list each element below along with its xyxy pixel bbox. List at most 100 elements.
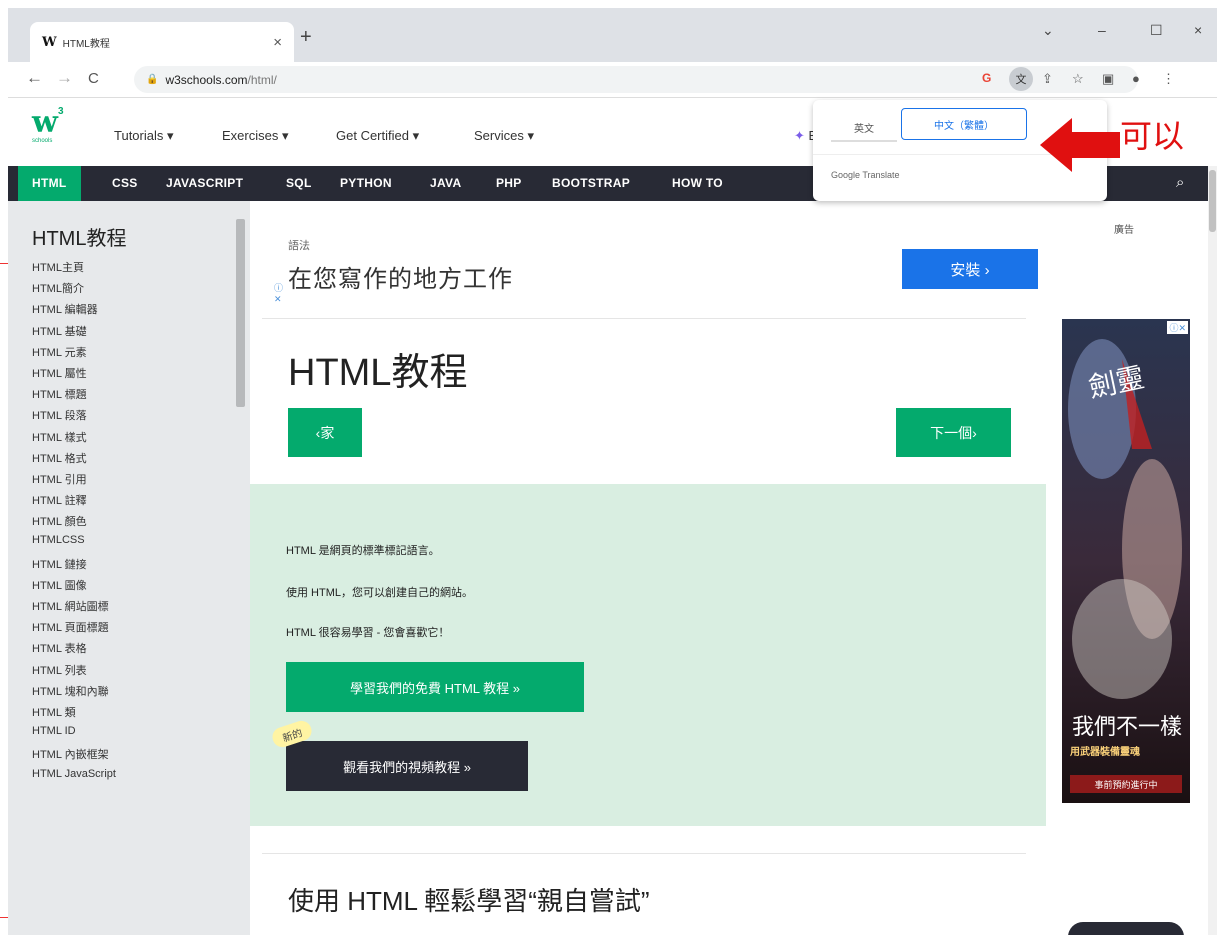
browser-toolbar: ← → C 🔒 w3schools.com /html/ G 文 ⇪ ☆ ▣ ●… bbox=[8, 62, 1217, 98]
banner-cta[interactable]: 事前預約進行中 bbox=[1070, 775, 1182, 793]
tab-close-icon[interactable]: × bbox=[273, 34, 282, 51]
banner-subtext: 用武器裝備靈魂 bbox=[1070, 747, 1140, 758]
divider bbox=[262, 853, 1026, 854]
game-ad-banner[interactable]: ⓘ✕ 劍靈 我們不一樣 用武器裝備靈魂 事前預約進行中 bbox=[1062, 319, 1190, 803]
sidepanel-icon[interactable]: ▣ bbox=[1102, 71, 1114, 87]
sidebar-link[interactable]: HTML 屬性 bbox=[32, 365, 116, 386]
url-host: w3schools.com bbox=[165, 72, 248, 87]
sidebar-link[interactable]: HTML JavaScript bbox=[32, 768, 116, 789]
topnav-php[interactable]: PHP bbox=[482, 166, 536, 201]
window-close-button[interactable]: × bbox=[1194, 22, 1202, 38]
sidebar-link[interactable]: HTML 標題 bbox=[32, 386, 116, 407]
page-scroll-thumb[interactable] bbox=[1209, 170, 1216, 232]
sidebar-link[interactable]: HTML主頁 bbox=[32, 259, 116, 280]
lang-source-tab[interactable]: 英文 bbox=[831, 114, 897, 142]
sidebar-link[interactable]: HTMLCSS bbox=[32, 534, 116, 555]
sidebar-link[interactable]: HTML 鏈接 bbox=[32, 556, 116, 577]
sidebar-link[interactable]: HTML 頁面標題 bbox=[32, 619, 116, 640]
browser-tab[interactable]: W HTML教程 × bbox=[30, 22, 294, 62]
forward-button[interactable]: → bbox=[56, 68, 73, 88]
sidebar-link[interactable]: HTML 註釋 bbox=[32, 492, 116, 513]
topnav-javascript[interactable]: JAVASCRIPT bbox=[152, 166, 257, 201]
w3schools-logo[interactable]: w 3 schools bbox=[32, 106, 72, 152]
sidebar-link[interactable]: HTML 網站圖標 bbox=[32, 598, 116, 619]
ad-headline: 在您寫作的地方工作 bbox=[288, 266, 513, 293]
sidebar-link[interactable]: HTML 列表 bbox=[32, 662, 116, 683]
share-icon[interactable]: ⇪ bbox=[1042, 71, 1053, 87]
sidebar-link[interactable]: HTML簡介 bbox=[32, 280, 116, 301]
sidebar-scroll-thumb[interactable] bbox=[236, 219, 245, 407]
margin-mark bbox=[0, 917, 8, 918]
menu-icon[interactable]: ⋮ bbox=[1162, 71, 1175, 87]
floating-button[interactable] bbox=[1068, 922, 1184, 935]
ad-choices-icon[interactable]: ⓘ ✕ bbox=[274, 283, 284, 305]
tab-strip: W HTML教程 × + ⌄ – ☐ × bbox=[8, 8, 1217, 62]
sidebar-list: HTML主頁 HTML簡介 HTML 編輯器 HTML 基礎 HTML 元素 H… bbox=[32, 259, 116, 789]
sidebar-link[interactable]: HTML 編輯器 bbox=[32, 301, 116, 322]
sidebar-link[interactable]: HTML 顏色 bbox=[32, 513, 116, 534]
intro-line: HTML 是網頁的標準標記語言。 bbox=[286, 545, 440, 557]
ad-close-icon[interactable]: ⓘ✕ bbox=[1167, 321, 1188, 334]
search-icon[interactable]: ⌕ bbox=[1176, 174, 1184, 191]
lang-target-tab[interactable]: 中文（繁體） bbox=[901, 108, 1027, 140]
ad-install-button[interactable]: 安裝 › bbox=[902, 249, 1038, 289]
sidebar-link[interactable]: HTML 圖像 bbox=[32, 577, 116, 598]
intro-panel: HTML 是網頁的標準標記語言。 使用 HTML，您可以創建自己的網站。 HTM… bbox=[250, 484, 1046, 826]
right-ad-column: 廣告 ⓘ✕ 劍靈 我們不一樣 用武器裝備靈魂 事前預約進行中 bbox=[1058, 201, 1208, 935]
w3schools-favicon-icon: W bbox=[42, 34, 57, 50]
maximize-button[interactable]: ☐ bbox=[1150, 22, 1163, 39]
sidebar-link[interactable]: HTML 格式 bbox=[32, 450, 116, 471]
topnav-sql[interactable]: SQL bbox=[272, 166, 326, 201]
back-button[interactable]: ← bbox=[26, 68, 43, 88]
page-scrollbar[interactable] bbox=[1208, 166, 1217, 935]
topnav-python[interactable]: PYTHON bbox=[326, 166, 406, 201]
reload-button[interactable]: C bbox=[88, 70, 99, 87]
sidebar-link[interactable]: HTML ID bbox=[32, 725, 116, 746]
sidebar-link[interactable]: HTML 內嵌框架 bbox=[32, 746, 116, 767]
learn-tutorial-button[interactable]: 學習我們的免費 HTML 教程 » bbox=[286, 662, 584, 712]
prev-button[interactable]: ‹家 bbox=[288, 408, 362, 457]
menu-get-certified[interactable]: Get Certified ▾ bbox=[336, 128, 419, 144]
topnav-howto[interactable]: HOW TO bbox=[658, 166, 737, 201]
tab-search-icon[interactable]: ⌄ bbox=[1042, 22, 1054, 39]
main-content: 語法 在您寫作的地方工作 安裝 › ⓘ ✕ HTML教程 ‹家 下一個› HTML… bbox=[250, 201, 1058, 935]
margin-mark bbox=[0, 263, 8, 264]
menu-exercises[interactable]: Exercises ▾ bbox=[222, 128, 289, 144]
topnav-css[interactable]: CSS bbox=[98, 166, 152, 201]
topnav-java[interactable]: JAVA bbox=[416, 166, 475, 201]
next-button[interactable]: 下一個› bbox=[896, 408, 1011, 457]
tab-title: HTML教程 bbox=[62, 38, 110, 50]
google-icon[interactable]: G bbox=[982, 71, 991, 85]
topnav-bootstrap[interactable]: BOOTSTRAP bbox=[538, 166, 644, 201]
top-ad[interactable]: 語法 在您寫作的地方工作 安裝 › ⓘ ✕ bbox=[262, 219, 1038, 319]
lock-icon: 🔒 bbox=[146, 74, 159, 85]
banner-slogan: 我們不一樣 bbox=[1072, 715, 1183, 740]
intro-line: 使用 HTML，您可以創建自己的網站。 bbox=[286, 587, 473, 599]
sidebar-link[interactable]: HTML 表格 bbox=[32, 640, 116, 661]
annotation-text: 可以 bbox=[1120, 117, 1185, 155]
sidebar-link[interactable]: HTML 基礎 bbox=[32, 323, 116, 344]
menu-services[interactable]: Services ▾ bbox=[474, 128, 534, 144]
menu-tutorials[interactable]: Tutorials ▾ bbox=[114, 128, 174, 144]
star-icon[interactable]: ☆ bbox=[1072, 71, 1084, 87]
intro-line: HTML 很容易學習 - 您會喜歡它！ bbox=[286, 627, 450, 639]
sidebar-link[interactable]: HTML 段落 bbox=[32, 407, 116, 428]
topnav-html[interactable]: HTML bbox=[18, 166, 81, 201]
sidebar-link[interactable]: HTML 類 bbox=[32, 704, 116, 725]
sidebar-title: HTML教程 bbox=[32, 228, 127, 250]
url-path: /html/ bbox=[247, 72, 277, 87]
logo-subtext: schools bbox=[32, 138, 53, 144]
video-tutorial-button[interactable]: 觀看我們的視頻教程 » bbox=[286, 741, 528, 791]
profile-icon[interactable]: ● bbox=[1132, 71, 1140, 86]
logo-superscript: 3 bbox=[58, 106, 64, 117]
translate-icon[interactable]: 文 bbox=[1009, 67, 1033, 91]
sparkle-icon: ✦ bbox=[794, 128, 809, 143]
sidebar-link[interactable]: HTML 塊和內聯 bbox=[32, 683, 116, 704]
page-edge bbox=[0, 0, 1217, 8]
sidebar-link[interactable]: HTML 樣式 bbox=[32, 429, 116, 450]
sidebar-link[interactable]: HTML 元素 bbox=[32, 344, 116, 365]
minimize-button[interactable]: – bbox=[1098, 22, 1106, 38]
sidebar-link[interactable]: HTML 引用 bbox=[32, 471, 116, 492]
annotation-arrow-icon bbox=[1040, 118, 1120, 172]
new-tab-button[interactable]: + bbox=[300, 26, 312, 49]
